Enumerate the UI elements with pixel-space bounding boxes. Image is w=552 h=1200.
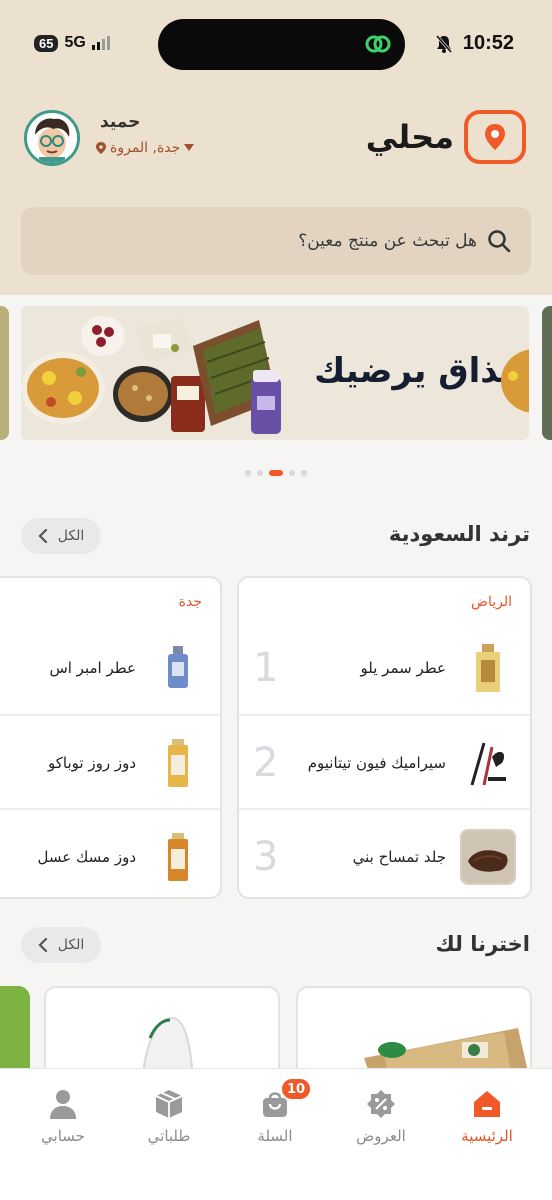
home-icon [470, 1087, 504, 1121]
app-logo[interactable]: محلي [366, 110, 526, 164]
caret-down-icon [184, 144, 195, 151]
rank-number: 2 [253, 740, 279, 786]
product-thumbnail [460, 735, 516, 791]
trending-section-title: ترند السعودية [388, 522, 530, 546]
avatar[interactable] [24, 110, 80, 166]
box-icon [152, 1087, 186, 1121]
trending-view-all-button[interactable]: الكل [21, 518, 101, 554]
nav-account[interactable]: حسابي [18, 1087, 108, 1145]
trending-card-jeddah: جدة عطر امبر اس دوز روز توباكو دوز مسك ع… [0, 576, 222, 899]
trending-item[interactable]: 1 عطر سمر يلو [239, 620, 530, 716]
nav-orders-label: طلباتي [147, 1127, 191, 1145]
food-plate-edge [501, 349, 529, 413]
trending-item[interactable]: 2 سيراميك فيون تيتانيوم [239, 714, 530, 810]
carousel-dot[interactable] [289, 470, 295, 476]
search-icon [488, 230, 511, 253]
bottom-nav: الرئيسية العروض 10 السلة طلباتي حسابي [0, 1068, 552, 1200]
banner-slide[interactable]: مذاق يرضيك [21, 306, 529, 440]
location-text: جدة, المروة [110, 140, 181, 156]
city-label: جدة [178, 594, 202, 610]
status-bar: 65 5G 10:52 [0, 0, 552, 90]
user-icon [46, 1087, 80, 1121]
location-pin-icon [464, 110, 526, 164]
rank-number: 1 [253, 645, 279, 691]
user-info[interactable]: حميد جدة, المروة [96, 112, 256, 156]
banner-prev-peek[interactable] [0, 306, 9, 440]
product-name: سيراميك فيون تيتانيوم [307, 754, 446, 772]
banner-carousel[interactable]: مذاق يرضيك [0, 306, 552, 440]
nav-home[interactable]: الرئيسية [442, 1087, 532, 1145]
product-name: دوز مسك عسل [37, 848, 136, 866]
picks-view-all-button[interactable]: الكل [21, 927, 101, 963]
product-name: دوز روز توباكو [48, 754, 136, 772]
app-header: محلي حميد جدة, المروة هل تبحث عن منتج مع… [0, 90, 552, 295]
discount-icon [364, 1087, 398, 1121]
chevron-left-icon [38, 938, 47, 952]
nav-account-label: حسابي [41, 1127, 85, 1145]
product-thumbnail [150, 640, 206, 696]
carousel-indicator [0, 470, 552, 476]
dynamic-island [158, 19, 405, 70]
location-selector[interactable]: جدة, المروة [96, 140, 256, 156]
carousel-dot[interactable] [245, 470, 251, 476]
view-all-label: الكل [57, 528, 85, 544]
logo-text: محلي [365, 118, 454, 156]
product-thumbnail [150, 829, 206, 885]
trending-item[interactable]: 3 جلد تمساح بني [239, 808, 530, 897]
city-label: الرياض [471, 594, 512, 610]
product-name: عطر امبر اس [49, 659, 136, 677]
carousel-dot[interactable] [257, 470, 263, 476]
chevron-left-icon [38, 529, 47, 543]
status-right: 10:52 [435, 32, 514, 55]
product-thumbnail [460, 829, 516, 885]
status-left: 65 5G [34, 34, 110, 52]
nav-home-label: الرئيسية [461, 1127, 513, 1145]
map-pin-icon [96, 142, 106, 154]
trending-item[interactable]: دوز روز توباكو [0, 714, 220, 810]
cart-count-badge: 10 [280, 1077, 312, 1101]
banner-title: مذاق يرضيك [314, 351, 521, 391]
product-name: جلد تمساح بني [352, 848, 446, 866]
banner-next-peek[interactable] [542, 306, 552, 440]
trending-item[interactable]: دوز مسك عسل [0, 808, 220, 897]
product-thumbnail [460, 640, 516, 696]
nav-cart[interactable]: 10 السلة [230, 1077, 320, 1145]
search-placeholder: هل تبحث عن منتج معين؟ [298, 231, 477, 251]
picks-section-title: اخترنا لك [435, 932, 531, 956]
trending-card-riyadh: الرياض 1 عطر سمر يلو 2 سيراميك فيون تيتا… [237, 576, 532, 899]
food-illustration [21, 316, 281, 434]
view-all-label: الكل [57, 937, 85, 953]
rank-number: 3 [253, 834, 279, 880]
battery-indicator: 65 [34, 34, 59, 52]
cart-icon: 10 [258, 1077, 312, 1121]
nav-offers[interactable]: العروض [336, 1087, 426, 1145]
clock: 10:52 [462, 32, 514, 54]
product-name: عطر سمر يلو [360, 659, 446, 677]
mute-bell-icon [435, 34, 452, 53]
link-icon [365, 35, 391, 53]
signal-icon [91, 36, 110, 50]
nav-cart-label: السلة [257, 1127, 293, 1145]
product-thumbnail [150, 735, 206, 791]
nav-orders[interactable]: طلباتي [124, 1087, 214, 1145]
network-label: 5G [64, 34, 86, 51]
trending-item[interactable]: عطر امبر اس [0, 620, 220, 716]
user-name: حميد [100, 112, 141, 132]
search-bar[interactable]: هل تبحث عن منتج معين؟ [21, 207, 531, 275]
carousel-dot-active[interactable] [269, 470, 283, 476]
nav-offers-label: العروض [356, 1127, 406, 1145]
carousel-dot[interactable] [301, 470, 307, 476]
